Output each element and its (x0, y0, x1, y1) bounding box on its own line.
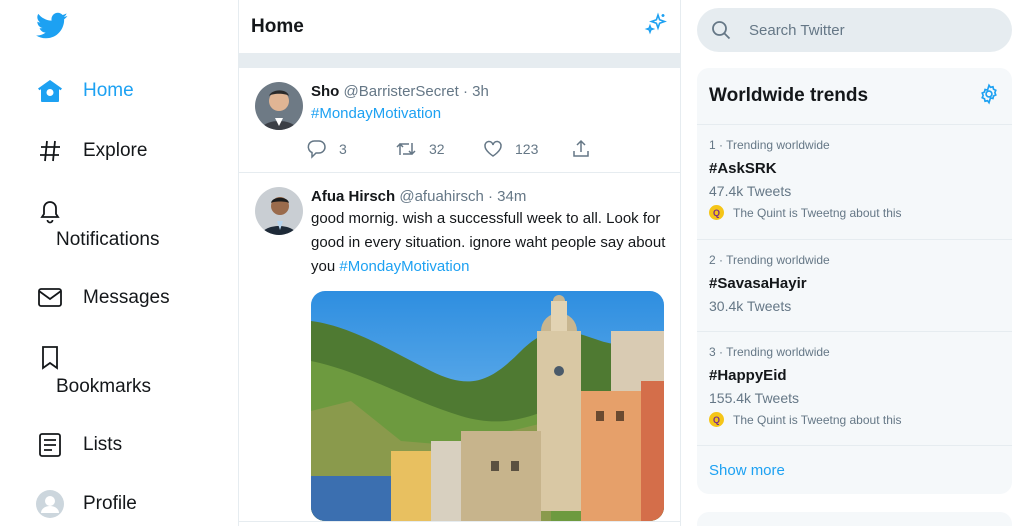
sidebar-nav: Home Explore Notifications Messages Book (0, 0, 238, 526)
trends-header: Worldwide trends (697, 68, 1012, 125)
trend-count: 30.4k Tweets (709, 298, 792, 314)
trends-title: Worldwide trends (709, 85, 869, 106)
home-icon (36, 77, 64, 105)
nav-item-bookmarks[interactable]: Bookmarks (36, 344, 151, 398)
nav-label-bookmarks: Bookmarks (56, 376, 152, 397)
trend-item[interactable]: 2 · Trending worldwide #SavasaHayir 30.4… (697, 240, 1012, 332)
nav-label-messages: Messages (83, 287, 170, 308)
envelope-icon (36, 284, 64, 312)
nav-item-explore[interactable]: Explore (36, 137, 147, 165)
tweet-photo[interactable] (311, 291, 664, 521)
page-title: Home (251, 15, 304, 37)
tweet-time[interactable]: 34m (497, 188, 526, 205)
search-input[interactable] (749, 21, 989, 39)
avatar[interactable] (255, 187, 303, 235)
tweet[interactable]: Sho @BarristerSecret · 3h #MondayMotivat… (239, 68, 680, 173)
tweet[interactable]: Afua Hirsch @afuahirsch · 34m good morni… (239, 173, 680, 522)
tweet-header: Sho @BarristerSecret · 3h (311, 82, 666, 102)
show-more-link[interactable]: Show more (697, 446, 1012, 494)
trend-about-text: The Quint is Tweetng about this (733, 412, 902, 427)
retweet-button[interactable]: 32 (395, 139, 483, 159)
tweet-text: good mornig. wish a successfull week to … (311, 207, 666, 279)
hashtag-link[interactable]: #MondayMotivation (339, 258, 469, 275)
share-button[interactable] (571, 139, 659, 159)
right-sidebar: Worldwide trends 1 · Trending worldwide … (680, 0, 1016, 526)
nav-label-lists: Lists (83, 434, 123, 455)
trend-about: Q The Quint is Tweetng about this (709, 412, 1000, 427)
search-box[interactable] (697, 8, 1012, 52)
trend-name: #HappyEid (709, 367, 787, 384)
nav-label-notifications: Notifications (56, 229, 160, 250)
nav-label-explore: Explore (83, 140, 148, 161)
hashtag-link[interactable]: #MondayMotivation (311, 105, 441, 122)
trend-context: 2 · Trending worldwide (709, 253, 830, 267)
tweet-body: Sho @BarristerSecret · 3h #MondayMotivat… (307, 82, 666, 172)
retweet-icon (396, 142, 416, 156)
nav-item-lists[interactable]: Lists (36, 431, 122, 459)
bookmark-icon (36, 344, 64, 372)
tweet-actions: 3 32 123 (307, 126, 666, 172)
tweet-time[interactable]: 3h (472, 83, 489, 100)
hashtag-icon (36, 137, 64, 165)
trend-about-text: The Quint is Tweetng about this (733, 205, 902, 220)
tweet-header: Afua Hirsch @afuahirsch · 34m (311, 187, 666, 207)
search-icon (712, 21, 731, 40)
trend-item[interactable]: 1 · Trending worldwide #AskSRK 47.4k Twe… (697, 125, 1012, 240)
avatar[interactable] (255, 82, 303, 130)
trend-count: 155.4k Tweets (709, 390, 800, 406)
timeline: Home Sho @BarristerSecret · 3h #MondayMo… (239, 0, 680, 526)
like-button[interactable]: 123 (483, 139, 571, 159)
author-name[interactable]: Afua Hirsch (311, 188, 395, 205)
nav-label-home: Home (83, 80, 134, 101)
feed-spacer (239, 54, 680, 68)
author-handle[interactable]: @afuahirsch (399, 188, 483, 205)
list-icon (36, 431, 64, 459)
nav-item-notifications[interactable]: Notifications (36, 197, 160, 251)
nav-item-messages[interactable]: Messages (36, 284, 170, 312)
like-count: 123 (515, 141, 539, 157)
trend-name: #SavasaHayir (709, 275, 807, 292)
timeline-header: Home (239, 0, 680, 54)
nav-item-profile[interactable]: Profile (36, 490, 137, 518)
trend-about: Q The Quint is Tweetng about this (709, 205, 1000, 220)
reply-count: 3 (339, 141, 347, 157)
separator-dot: · (487, 188, 493, 205)
separator-dot: · (462, 83, 468, 100)
tweet-text: #MondayMotivation (311, 102, 666, 126)
trend-item[interactable]: 3 · Trending worldwide #HappyEid 155.4k … (697, 332, 1012, 446)
trend-count: 47.4k Tweets (709, 183, 792, 199)
trends-panel: Worldwide trends 1 · Trending worldwide … (697, 68, 1012, 494)
twitter-app: Home Explore Notifications Messages Book (0, 0, 1016, 526)
reply-button[interactable]: 3 (307, 139, 395, 159)
the-quint-logo-icon: Q (709, 205, 724, 220)
trend-name: #AskSRK (709, 160, 777, 177)
trend-context: 3 · Trending worldwide (709, 345, 830, 359)
nav-item-home[interactable]: Home (36, 77, 134, 105)
profile-icon (36, 490, 64, 518)
heart-icon (484, 140, 502, 157)
author-handle[interactable]: @BarristerSecret (344, 83, 459, 100)
bell-icon (36, 197, 64, 225)
retweet-count: 32 (429, 141, 445, 157)
trend-context: 1 · Trending worldwide (709, 138, 830, 152)
tweet-body: Afua Hirsch @afuahirsch · 34m good morni… (311, 187, 666, 521)
nav-label-profile: Profile (83, 493, 137, 514)
twitter-logo-icon[interactable] (36, 12, 70, 42)
sparkle-icon[interactable] (644, 12, 668, 41)
author-name[interactable]: Sho (311, 83, 339, 100)
reply-icon (307, 140, 326, 159)
next-panel (697, 512, 1012, 526)
gear-icon[interactable] (978, 82, 1000, 110)
share-icon (573, 139, 589, 157)
the-quint-logo-icon: Q (709, 412, 724, 427)
